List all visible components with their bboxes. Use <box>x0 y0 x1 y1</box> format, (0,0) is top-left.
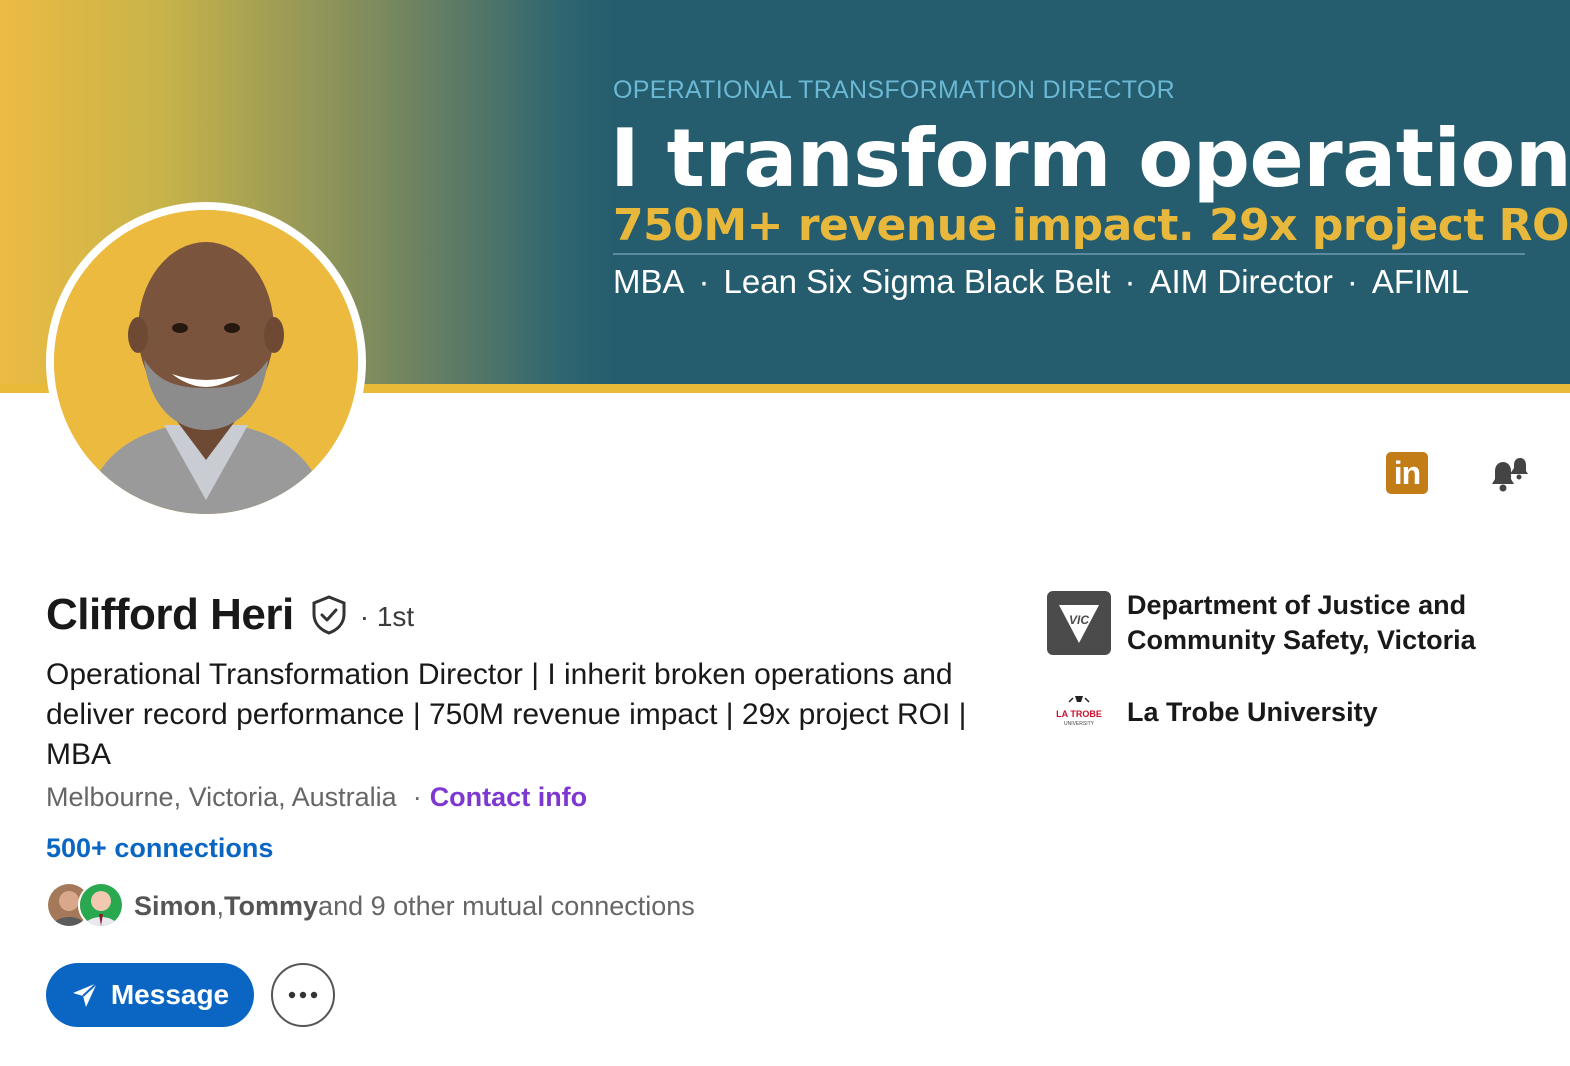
message-button-label: Message <box>110 979 230 1010</box>
profile-location: Melbourne, Victoria, Australia <box>46 782 397 812</box>
connection-degree: · 1st <box>359 601 415 632</box>
person-portrait <box>54 210 358 514</box>
mutual-comma: , <box>216 890 225 921</box>
bell-icon[interactable] <box>1484 450 1532 498</box>
linkedin-icon[interactable]: in <box>1386 452 1428 494</box>
more-icon <box>288 991 318 999</box>
credential-afiml: AFIML <box>1371 263 1470 300</box>
vic-logo-text: VIC <box>1069 613 1089 627</box>
la-trobe-logo-text: LA TROBE <box>1056 709 1102 719</box>
banner-divider <box>613 253 1525 255</box>
credential-aim: AIM Director <box>1149 263 1333 300</box>
org-name-la-trobe: La Trobe University <box>1127 696 1378 727</box>
message-button[interactable]: Message <box>46 963 254 1027</box>
profile-name: Clifford Heri <box>46 590 294 639</box>
send-icon <box>72 982 98 1007</box>
profile-headline: Operational Transformation Director | I … <box>46 658 967 771</box>
la-trobe-logo-subtext: UNIVERSITY <box>1064 721 1095 727</box>
la-trobe-logo: LA TROBE UNIVERSITY <box>1047 692 1111 732</box>
credential-mba: MBA <box>613 263 685 300</box>
contact-info-link[interactable]: Contact info <box>430 782 587 813</box>
mutual-name-tommy: Tommy <box>224 890 319 921</box>
mutual-connections-row[interactable]: Simon, Tommy and 9 other mutual connecti… <box>46 882 695 930</box>
credential-separator: · <box>1346 263 1358 300</box>
org-current-employer[interactable]: VIC Department of Justice and Community … <box>1047 588 1517 658</box>
more-actions-button[interactable] <box>271 963 335 1027</box>
location-row: Melbourne, Victoria, Australia · Contact… <box>46 782 587 813</box>
banner-stats: 750M+ revenue impact. 29x project ROI. <box>613 200 1570 251</box>
credential-separator: · <box>698 263 710 300</box>
banner-credentials: MBA · Lean Six Sigma Black Belt · AIM Direct… <box>613 263 1469 301</box>
banner-headline: I transform operations. <box>610 112 1570 205</box>
vic-government-logo: VIC <box>1047 591 1111 655</box>
mutual-connections-text: and 9 other mutual connections <box>318 890 695 921</box>
profile-photo[interactable] <box>46 202 366 522</box>
credential-separator: · <box>1124 263 1136 300</box>
profile-name-row: Clifford Heri · 1st <box>46 590 414 640</box>
mutual-avatars <box>46 882 126 930</box>
profile-photo-image <box>54 210 358 514</box>
verified-shield-icon[interactable] <box>308 594 350 636</box>
credential-six-sigma: Lean Six Sigma Black Belt <box>723 263 1111 300</box>
org-name-doj: Department of Justice and Community Safe… <box>1127 590 1476 655</box>
org-education[interactable]: LA TROBE UNIVERSITY La Trobe University <box>1047 692 1378 732</box>
connections-link[interactable]: 500+ connections <box>46 833 273 864</box>
avatar <box>78 882 124 928</box>
location-separator: · <box>412 782 422 812</box>
mutual-name-simon: Simon <box>134 890 217 921</box>
banner-eyebrow: OPERATIONAL TRANSFORMATION DIRECTOR <box>613 76 1175 104</box>
